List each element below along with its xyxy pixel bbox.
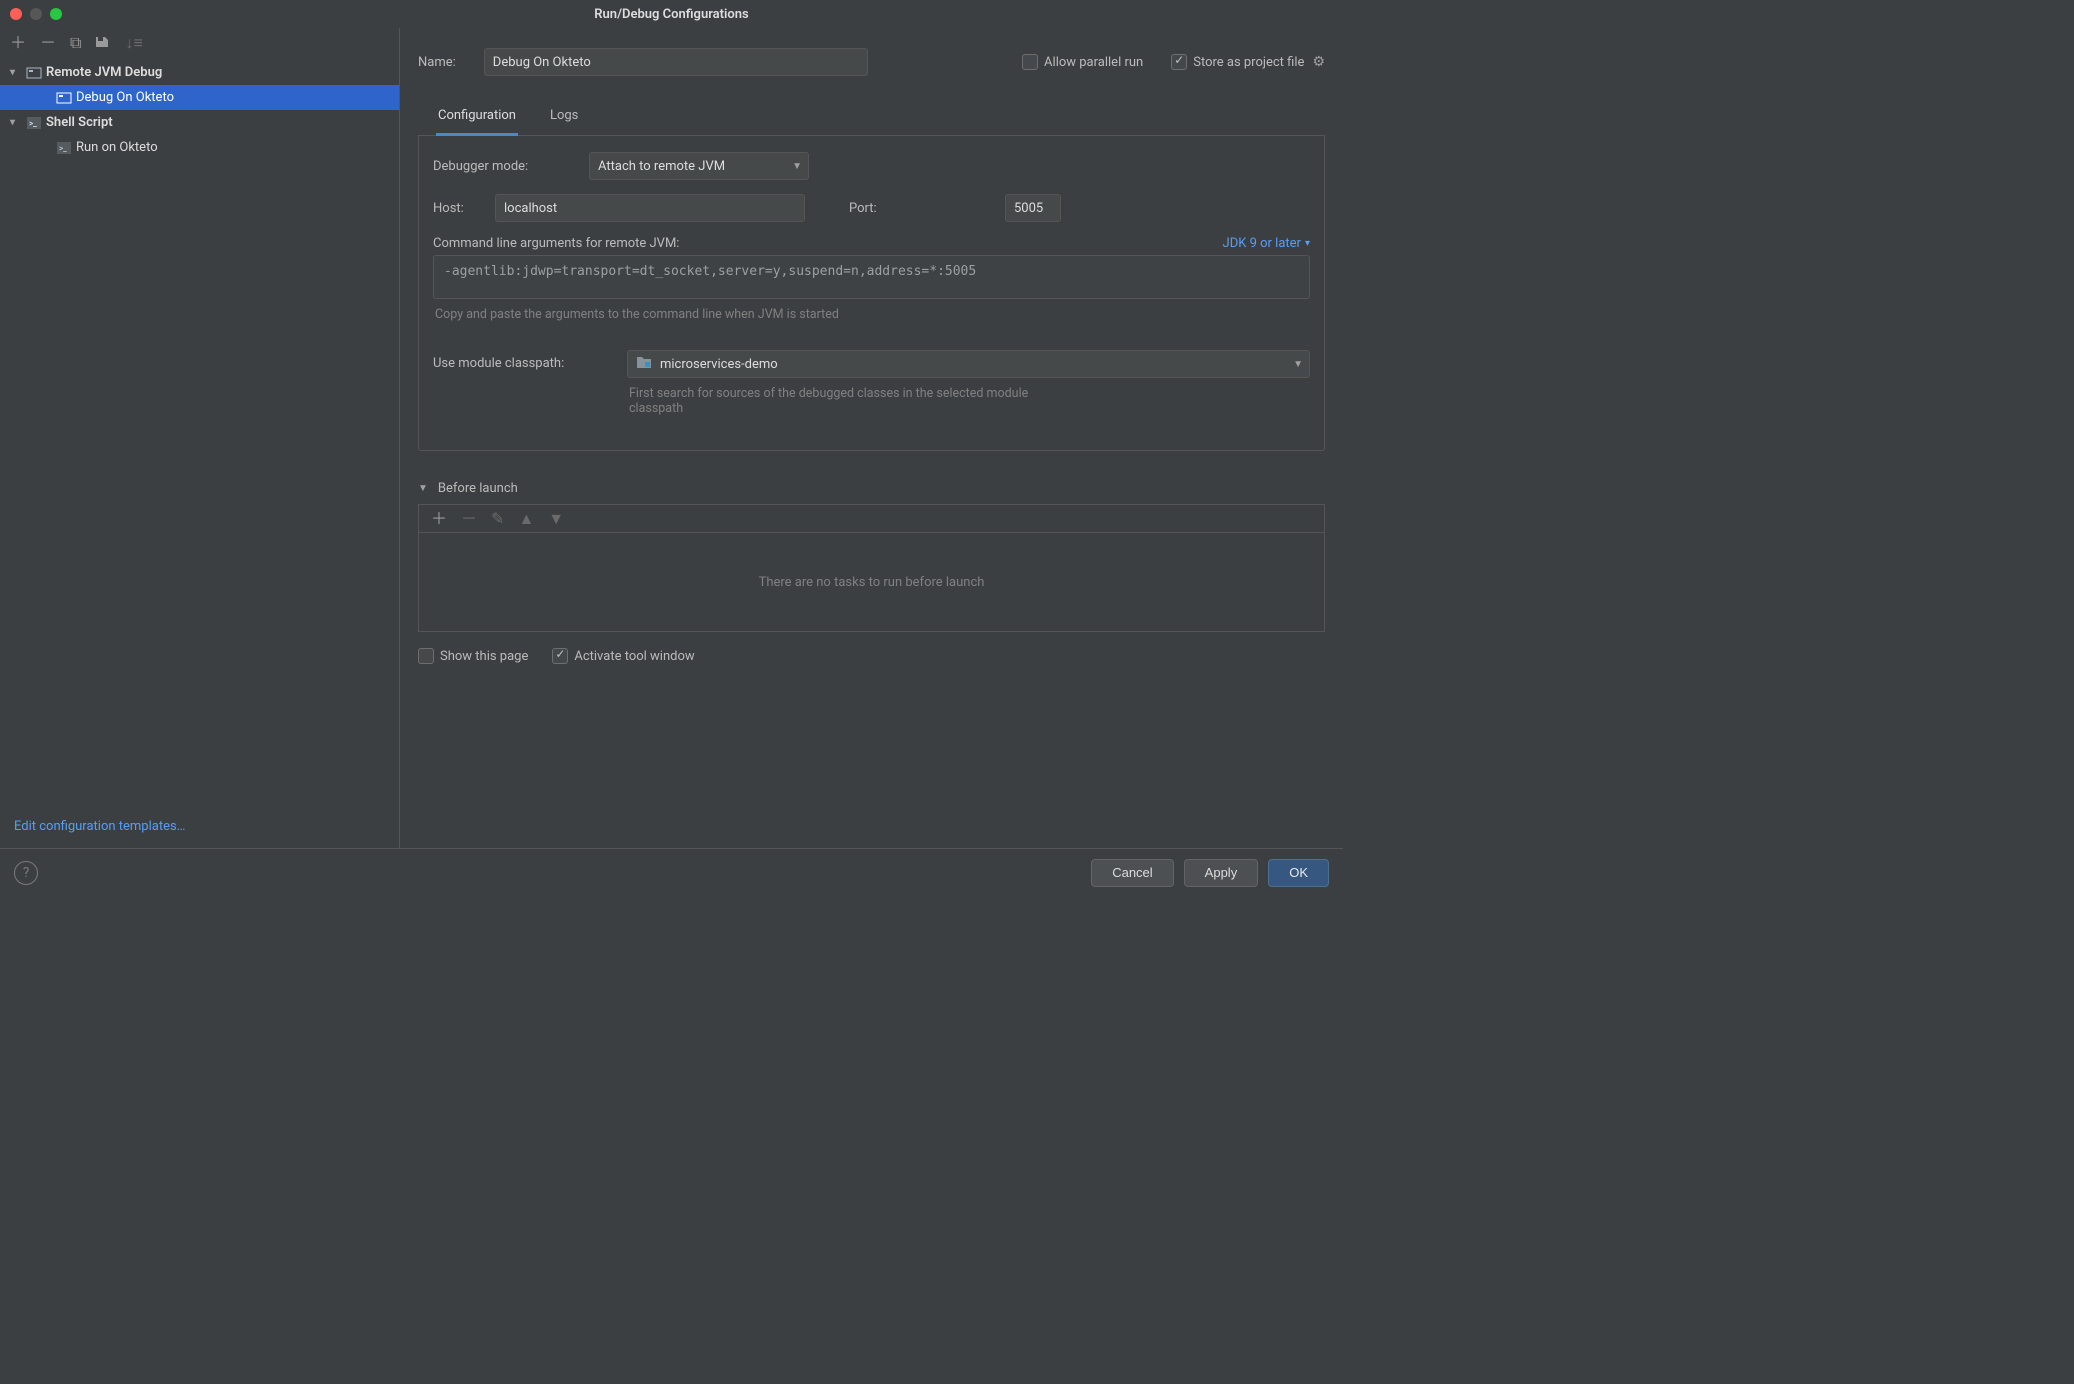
store-as-project-checkbox[interactable]: Store as project file ⚙ — [1171, 54, 1325, 70]
tree-group-label: Shell Script — [46, 115, 113, 130]
sidebar-toolbar: ＋ － ⧉ ↓≡ — [0, 28, 399, 58]
jdk-version-label: JDK 9 or later — [1223, 236, 1301, 251]
help-icon[interactable]: ? — [14, 861, 38, 885]
minimize-window-button[interactable] — [30, 8, 42, 20]
tab-logs[interactable]: Logs — [548, 100, 580, 135]
remote-jvm-icon — [56, 90, 72, 106]
tree-item-debug-on-okteto[interactable]: Debug On Okteto — [0, 85, 399, 110]
svg-text:>_: >_ — [59, 144, 67, 153]
show-this-page-label: Show this page — [440, 649, 528, 664]
allow-parallel-label: Allow parallel run — [1044, 55, 1143, 70]
module-classpath-select[interactable]: microservices-demo ▼ — [627, 350, 1310, 378]
module-classpath-hint: First search for sources of the debugged… — [627, 386, 1067, 416]
cmd-args-label: Command line arguments for remote JVM: — [433, 236, 679, 251]
before-launch-label: Before launch — [438, 481, 518, 496]
chevron-down-icon: ▼ — [418, 483, 428, 494]
port-label: Port: — [849, 201, 991, 216]
chevron-down-icon: ▾ — [10, 117, 22, 128]
tree-item-label: Run on Okteto — [76, 140, 158, 155]
edit-task-icon[interactable]: ✎ — [491, 511, 504, 527]
debugger-mode-value: Attach to remote JVM — [598, 159, 725, 174]
edit-templates-link[interactable]: Edit configuration templates… — [14, 819, 185, 834]
remote-jvm-icon — [26, 65, 42, 81]
add-config-icon[interactable]: ＋ — [10, 35, 26, 51]
svg-text:>_: >_ — [29, 119, 37, 128]
debugger-mode-select[interactable]: Attach to remote JVM ▼ — [589, 152, 809, 180]
folder-icon — [636, 355, 652, 373]
ok-button[interactable]: OK — [1268, 859, 1329, 887]
configuration-panel: Debugger mode: Attach to remote JVM ▼ Ho… — [418, 136, 1325, 451]
before-launch-toolbar: ＋ － ✎ ▲ ▼ — [418, 504, 1325, 532]
cmd-args-box[interactable]: -agentlib:jdwp=transport=dt_socket,serve… — [433, 255, 1310, 299]
show-this-page-check-input[interactable] — [418, 648, 434, 664]
shell-script-icon: >_ — [56, 140, 72, 156]
footer: ? Cancel Apply OK — [0, 848, 1343, 896]
main-panel: Name: Allow parallel run Store as projec… — [400, 28, 1343, 848]
tree-group-label: Remote JVM Debug — [46, 65, 162, 80]
allow-parallel-checkbox[interactable]: Allow parallel run — [1022, 54, 1143, 70]
remove-task-icon[interactable]: － — [461, 511, 477, 527]
save-templates-icon[interactable] — [95, 34, 111, 53]
port-input[interactable] — [1005, 194, 1061, 222]
tree-item-label: Debug On Okteto — [76, 90, 174, 105]
remove-config-icon[interactable]: － — [40, 35, 56, 51]
show-this-page-checkbox[interactable]: Show this page — [418, 648, 528, 664]
chevron-down-icon: ▾ — [1305, 238, 1310, 249]
cmd-args-hint: Copy and paste the arguments to the comm… — [433, 307, 1310, 322]
store-as-project-label: Store as project file — [1193, 55, 1304, 70]
jdk-version-select[interactable]: JDK 9 or later ▾ — [1223, 236, 1310, 251]
before-launch-header[interactable]: ▼ Before launch — [418, 481, 1325, 496]
window-title: Run/Debug Configurations — [594, 7, 748, 22]
module-classpath-label: Use module classpath: — [433, 350, 613, 371]
name-label: Name: — [418, 55, 456, 70]
close-window-button[interactable] — [10, 8, 22, 20]
window-controls — [10, 8, 62, 20]
shell-script-icon: >_ — [26, 115, 42, 131]
move-up-icon[interactable]: ▲ — [518, 511, 534, 527]
store-as-project-check-input[interactable] — [1171, 54, 1187, 70]
tree-group-shell-script[interactable]: ▾ >_ Shell Script — [0, 110, 399, 135]
maximize-window-button[interactable] — [50, 8, 62, 20]
activate-tool-window-checkbox[interactable]: Activate tool window — [552, 648, 694, 664]
config-tree: ▾ Remote JVM Debug Debug On Okteto ▾ >_ … — [0, 58, 399, 809]
sort-config-icon[interactable]: ↓≡ — [125, 35, 142, 51]
activate-tool-window-label: Activate tool window — [574, 649, 694, 664]
chevron-down-icon: ▾ — [10, 67, 22, 78]
tab-configuration[interactable]: Configuration — [436, 100, 518, 136]
tabs: Configuration Logs — [418, 100, 1325, 136]
before-launch-empty: There are no tasks to run before launch — [759, 575, 985, 590]
name-input[interactable] — [484, 48, 868, 76]
add-task-icon[interactable]: ＋ — [431, 511, 447, 527]
cmd-args-value: -agentlib:jdwp=transport=dt_socket,serve… — [444, 264, 976, 279]
allow-parallel-check-input[interactable] — [1022, 54, 1038, 70]
debugger-mode-label: Debugger mode: — [433, 159, 575, 174]
tree-item-run-on-okteto[interactable]: >_ Run on Okteto — [0, 135, 399, 160]
copy-config-icon[interactable]: ⧉ — [70, 35, 81, 51]
chevron-down-icon: ▼ — [792, 161, 802, 172]
tree-group-remote-jvm[interactable]: ▾ Remote JVM Debug — [0, 60, 399, 85]
move-down-icon[interactable]: ▼ — [548, 511, 564, 527]
activate-tool-window-check-input[interactable] — [552, 648, 568, 664]
cancel-button[interactable]: Cancel — [1091, 859, 1173, 887]
sidebar: ＋ － ⧉ ↓≡ ▾ Remote JVM Debug Debug On Okt… — [0, 28, 400, 848]
titlebar: Run/Debug Configurations — [0, 0, 1343, 28]
before-launch-list: There are no tasks to run before launch — [418, 532, 1325, 632]
module-classpath-value: microservices-demo — [660, 357, 778, 372]
host-label: Host: — [433, 201, 481, 216]
host-input[interactable] — [495, 194, 805, 222]
chevron-down-icon: ▼ — [1293, 359, 1303, 370]
apply-button[interactable]: Apply — [1184, 859, 1259, 887]
gear-icon[interactable]: ⚙ — [1312, 54, 1325, 70]
